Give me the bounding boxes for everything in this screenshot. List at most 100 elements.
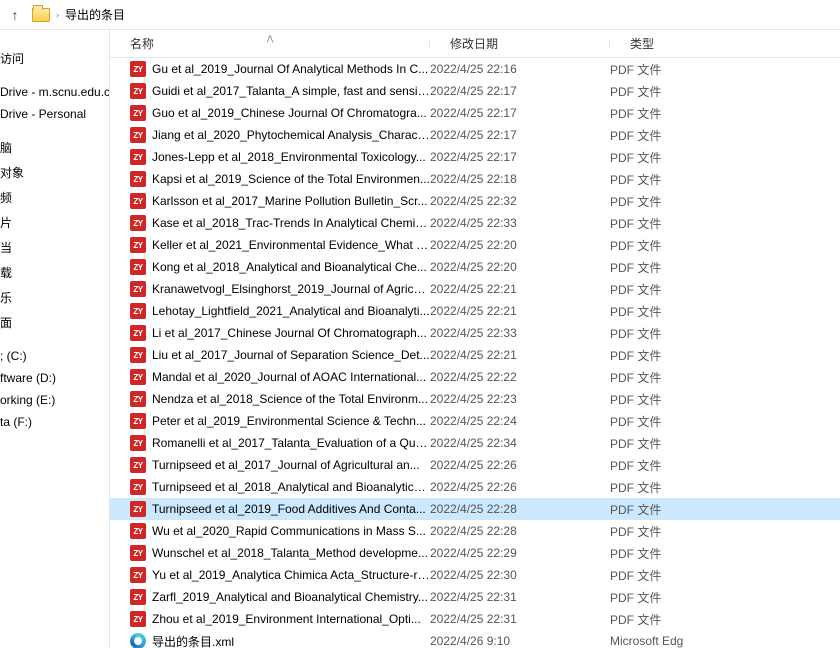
- file-row[interactable]: ZY Karlsson et al_2017_Marine Pollution B…: [110, 190, 840, 212]
- file-row[interactable]: ZYPeter et al_2019_Environmental Science…: [110, 410, 840, 432]
- file-name: Zhou et al_2019_Environment Internationa…: [152, 612, 430, 626]
- file-name: Keller et al_2021_Environmental Evidence…: [152, 238, 430, 252]
- file-name-cell: ZY Lehotay_Lightfield_2021_Analytical and…: [130, 303, 430, 319]
- file-name: Yu et al_2019_Analytica Chimica Acta_Str…: [152, 568, 430, 582]
- file-row[interactable]: ZYTurnipseed et al_2017_Journal of Agric…: [110, 454, 840, 476]
- file-type: PDF 文件: [610, 501, 840, 518]
- file-type: PDF 文件: [610, 391, 840, 408]
- file-row[interactable]: ZYYu et al_2019_Analytica Chimica Acta_S…: [110, 564, 840, 586]
- file-date: 2022/4/25 22:17: [430, 84, 610, 98]
- sidebar-item[interactable]: 对象: [0, 160, 109, 185]
- file-row[interactable]: ZYZarfl_2019_Analytical and Bioanalytica…: [110, 586, 840, 608]
- file-row[interactable]: ZYKong et al_2018_Analytical and Bioanal…: [110, 256, 840, 278]
- file-row[interactable]: ZYGuo et al_2019_Chinese Journal Of Chro…: [110, 102, 840, 124]
- file-row[interactable]: ZYRomanelli et al_2017_Talanta_Evaluatio…: [110, 432, 840, 454]
- sidebar-item[interactable]: ftware (D:): [0, 367, 109, 389]
- file-name: Nendza et al_2018_Science of the Total E…: [152, 392, 430, 406]
- file-name: Jiang et al_2020_Phytochemical Analysis_…: [152, 128, 430, 142]
- file-row[interactable]: ZY Lehotay_Lightfield_2021_Analytical and…: [110, 300, 840, 322]
- file-row[interactable]: ZYLiu et al_2017_Journal of Separation S…: [110, 344, 840, 366]
- file-name: Guidi et al_2017_Talanta_A simple, fast …: [152, 84, 430, 98]
- column-name[interactable]: ⋀ 名称: [110, 35, 430, 52]
- file-row[interactable]: ZYMandal et al_2020_Journal of AOAC Inte…: [110, 366, 840, 388]
- sidebar-item[interactable]: 片: [0, 210, 109, 235]
- file-type: PDF 文件: [610, 325, 840, 342]
- file-name-cell: ZY Turnipseed et al_2018_Analytical and B…: [130, 479, 430, 495]
- file-row[interactable]: ZYLi et al_2017_Chinese Journal Of Chrom…: [110, 322, 840, 344]
- file-date: 2022/4/25 22:17: [430, 128, 610, 142]
- sidebar-item[interactable]: Drive - m.scnu.edu.cn: [0, 81, 109, 103]
- pdf-icon: ZY: [130, 325, 146, 341]
- file-type: PDF 文件: [610, 479, 840, 496]
- column-type-label: 类型: [630, 35, 654, 52]
- file-row[interactable]: 导出的条目.xml2022/4/26 9:10Microsoft Edg: [110, 630, 840, 648]
- file-name-cell: ZY Guidi et al_2017_Talanta_A simple, fas…: [130, 83, 430, 99]
- pdf-icon: ZY: [130, 215, 146, 231]
- file-row[interactable]: ZY Zhou et al_2019_Environment Internatio…: [110, 608, 840, 630]
- pdf-icon: ZY: [130, 589, 146, 605]
- file-date: 2022/4/25 22:22: [430, 370, 610, 384]
- file-row[interactable]: ZYTurnipseed et al_2019_Food Additives A…: [110, 498, 840, 520]
- file-name: Karlsson et al_2017_Marine Pollution Bul…: [152, 194, 430, 208]
- chevron-right-icon[interactable]: ›: [56, 10, 59, 20]
- file-row[interactable]: ZYNendza et al_2018_Science of the Total…: [110, 388, 840, 410]
- sidebar-item[interactable]: ta (F:): [0, 411, 109, 433]
- sidebar-item[interactable]: 面: [0, 310, 109, 335]
- file-name: Wunschel et al_2018_Talanta_Method devel…: [152, 546, 430, 560]
- sidebar-item[interactable]: 频: [0, 185, 109, 210]
- sort-caret-icon: ⋀: [267, 34, 274, 43]
- sidebar-item[interactable]: orking (E:): [0, 389, 109, 411]
- file-date: 2022/4/25 22:18: [430, 172, 610, 186]
- sidebar-item[interactable]: ; (C:): [0, 345, 109, 367]
- sidebar-item[interactable]: 当: [0, 235, 109, 260]
- file-date: 2022/4/25 22:29: [430, 546, 610, 560]
- file-type: PDF 文件: [610, 303, 840, 320]
- file-type: PDF 文件: [610, 281, 840, 298]
- file-date: 2022/4/25 22:23: [430, 392, 610, 406]
- file-date: 2022/4/25 22:17: [430, 106, 610, 120]
- sidebar-item[interactable]: 脑: [0, 135, 109, 160]
- file-date: 2022/4/25 22:33: [430, 216, 610, 230]
- sidebar-item[interactable]: 载: [0, 260, 109, 285]
- pdf-icon: ZY: [130, 479, 146, 495]
- sidebar-item[interactable]: 乐: [0, 285, 109, 310]
- file-name-cell: ZYJones-Lepp et al_2018_Environmental To…: [130, 149, 430, 165]
- file-date: 2022/4/25 22:30: [430, 568, 610, 582]
- file-name: 导出的条目.xml: [152, 633, 430, 648]
- file-name: Lehotay_Lightfield_2021_Analytical and B…: [152, 304, 430, 318]
- pdf-icon: ZY: [130, 237, 146, 253]
- file-type: PDF 文件: [610, 347, 840, 364]
- sidebar-item[interactable]: Drive - Personal: [0, 103, 109, 125]
- file-name: Turnipseed et al_2018_Analytical and Bio…: [152, 480, 430, 494]
- file-row[interactable]: ZYGu et al_2019_Journal Of Analytical Me…: [110, 58, 840, 80]
- file-row[interactable]: ZYWu et al_2020_Rapid Communications in …: [110, 520, 840, 542]
- file-row[interactable]: ZY Guidi et al_2017_Talanta_A simple, fas…: [110, 80, 840, 102]
- pdf-icon: ZY: [130, 611, 146, 627]
- up-arrow-icon[interactable]: ↑: [4, 4, 26, 26]
- file-name-cell: ZY Zhou et al_2019_Environment Internatio…: [130, 611, 430, 627]
- file-row[interactable]: ZYJones-Lepp et al_2018_Environmental To…: [110, 146, 840, 168]
- pdf-icon: ZY: [130, 193, 146, 209]
- file-name-cell: ZYWu et al_2020_Rapid Communications in …: [130, 523, 430, 539]
- column-type[interactable]: 类型: [610, 35, 840, 52]
- file-row[interactable]: ZYKranawetvogl_Elsinghorst_2019_Journal …: [110, 278, 840, 300]
- file-name-cell: ZYYu et al_2019_Analytica Chimica Acta_S…: [130, 567, 430, 583]
- file-row[interactable]: ZY Turnipseed et al_2018_Analytical and B…: [110, 476, 840, 498]
- pdf-icon: ZY: [130, 501, 146, 517]
- pdf-icon: ZY: [130, 303, 146, 319]
- file-row[interactable]: ZYJiang et al_2020_Phytochemical Analysi…: [110, 124, 840, 146]
- file-type: PDF 文件: [610, 61, 840, 78]
- column-date[interactable]: 修改日期: [430, 35, 610, 52]
- file-type: PDF 文件: [610, 611, 840, 628]
- folder-icon[interactable]: [32, 8, 50, 22]
- file-date: 2022/4/25 22:31: [430, 612, 610, 626]
- pdf-icon: ZY: [130, 281, 146, 297]
- file-row[interactable]: ZY Keller et al_2021_Environmental Eviden…: [110, 234, 840, 256]
- file-row[interactable]: ZYKase et al_2018_Trac-Trends In Analyti…: [110, 212, 840, 234]
- file-row[interactable]: ZYWunschel et al_2018_Talanta_Method dev…: [110, 542, 840, 564]
- pdf-icon: ZY: [130, 83, 146, 99]
- sidebar-item[interactable]: 访问: [0, 46, 109, 71]
- breadcrumb-folder[interactable]: 导出的条目: [65, 6, 125, 23]
- file-row[interactable]: ZYKapsi et al_2019_Science of the Total …: [110, 168, 840, 190]
- file-name-cell: ZYNendza et al_2018_Science of the Total…: [130, 391, 430, 407]
